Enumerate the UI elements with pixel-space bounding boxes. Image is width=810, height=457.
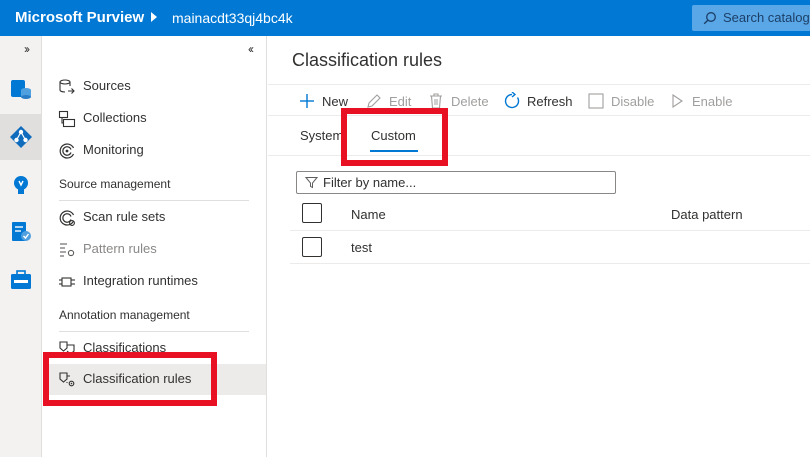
insights-icon[interactable]: [9, 173, 33, 197]
scan-rule-sets-icon: [59, 210, 75, 226]
section-header-annotation-management: Annotation management: [59, 308, 190, 322]
breadcrumb-chevron-icon: [151, 12, 157, 22]
monitoring-icon: [59, 143, 75, 159]
custom-tab-highlight: [341, 108, 448, 166]
search-box[interactable]: Search catalog: [692, 5, 810, 31]
classification-rules-highlight: [43, 352, 217, 406]
sidebar-item-sources[interactable]: Sources: [43, 71, 266, 102]
filter-box[interactable]: [296, 171, 616, 194]
policy-icon[interactable]: [9, 220, 33, 244]
pattern-rules-icon: [60, 243, 75, 257]
top-bar: Microsoft Purview mainacdt33qj4bc4k Sear…: [0, 0, 810, 36]
sidebar-item-pattern-rules[interactable]: Pattern rules: [43, 234, 266, 265]
sources-icon: [59, 79, 75, 94]
checkbox-icon: [588, 93, 604, 109]
collections-icon: [58, 110, 76, 128]
play-icon: [672, 93, 683, 109]
filter-icon: [305, 177, 318, 189]
sidebar-item-label: Pattern rules: [83, 241, 157, 256]
table-header: Name Data pattern: [290, 199, 810, 231]
sidebar-item-label: Integration runtimes: [83, 273, 198, 288]
page-title: Classification rules: [292, 50, 443, 70]
row-checkbox[interactable]: [302, 237, 322, 257]
column-header-name[interactable]: Name: [351, 207, 386, 222]
sidebar-item-label: Collections: [83, 110, 147, 125]
section-header-source-management: Source management: [59, 177, 171, 191]
filter-input[interactable]: [323, 174, 608, 191]
select-all-checkbox[interactable]: [302, 203, 322, 223]
enable-button[interactable]: Enable: [668, 92, 734, 112]
search-placeholder: Search catalog: [723, 10, 810, 25]
refresh-button[interactable]: Refresh: [503, 92, 575, 112]
integration-runtimes-icon: [59, 277, 75, 287]
sidebar-item-label: Scan rule sets: [83, 209, 166, 224]
row-name: test: [351, 240, 372, 255]
sidebar-item-monitoring[interactable]: Monitoring: [43, 135, 266, 166]
account-name[interactable]: mainacdt33qj4bc4k: [172, 10, 293, 26]
tab-system[interactable]: System: [300, 128, 343, 143]
divider: [59, 200, 249, 201]
sidebar-item-scan-rule-sets[interactable]: Scan rule sets: [43, 202, 266, 233]
sidebar-item-label: Monitoring: [83, 142, 144, 157]
refresh-icon: [504, 92, 520, 109]
main-content: Classification rules New Edit Delete Ref…: [268, 36, 810, 457]
plus-icon: [300, 94, 314, 108]
data-map-icon[interactable]: [0, 114, 42, 160]
sidebar-item-integration-runtimes[interactable]: Integration runtimes: [43, 266, 266, 297]
icon-rail: ››: [0, 36, 42, 457]
management-icon[interactable]: [9, 268, 33, 292]
data-catalog-icon[interactable]: [9, 77, 33, 101]
table-row[interactable]: test: [290, 231, 810, 264]
search-icon: [703, 12, 716, 25]
column-header-data-pattern[interactable]: Data pattern: [671, 207, 743, 222]
sidebar-item-collections[interactable]: Collections: [43, 103, 266, 134]
expand-rail-icon[interactable]: ››: [24, 42, 30, 56]
sidebar-item-label: Sources: [83, 78, 131, 93]
divider: [59, 331, 249, 332]
collapse-sidebar-icon[interactable]: ‹‹: [248, 42, 254, 56]
brand-title[interactable]: Microsoft Purview: [15, 9, 144, 26]
disable-button[interactable]: Disable: [587, 92, 655, 112]
